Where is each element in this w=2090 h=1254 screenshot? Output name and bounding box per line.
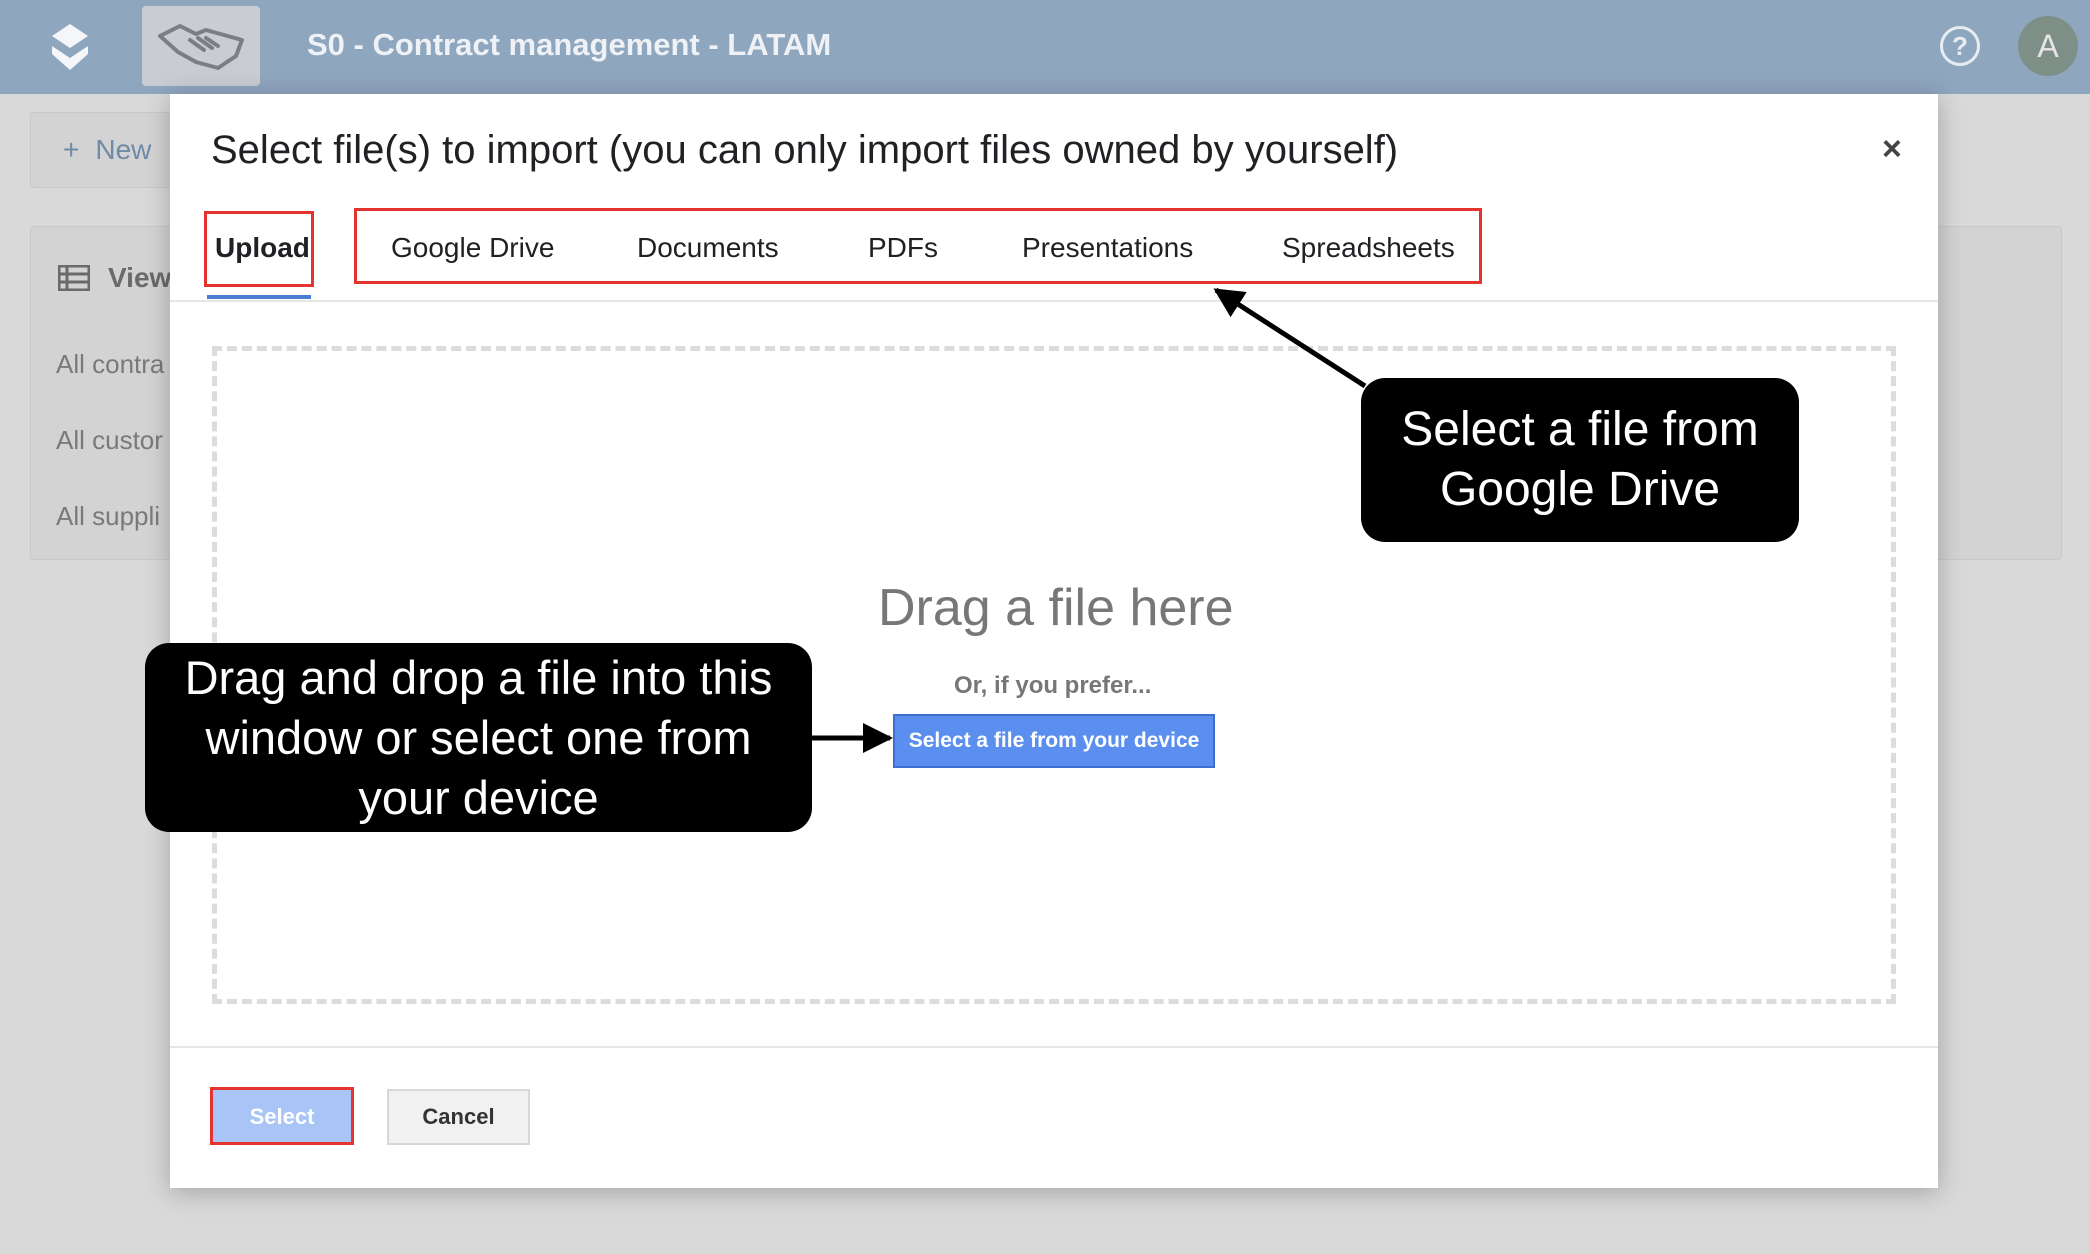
- views-header: View: [58, 262, 171, 294]
- avatar[interactable]: A: [2018, 16, 2078, 76]
- view-item-customers[interactable]: All custor: [56, 425, 163, 456]
- callout-google-drive: Select a file from Google Drive: [1361, 378, 1799, 542]
- dialog-title: Select file(s) to import (you can only i…: [211, 128, 1399, 172]
- tabs-divider: [170, 300, 1938, 302]
- prefer-text: Or, if you prefer...: [954, 672, 1152, 699]
- app-title: S0 - Contract management - LATAM: [307, 27, 832, 62]
- list-icon: [58, 265, 90, 291]
- close-icon[interactable]: ×: [1882, 130, 1902, 169]
- highlight-select-button: [210, 1087, 354, 1145]
- plus-icon: +: [63, 134, 80, 165]
- drag-file-text: Drag a file here: [878, 579, 1234, 637]
- help-icon[interactable]: ?: [1940, 26, 1980, 66]
- app-handshake-icon[interactable]: [142, 6, 260, 86]
- view-item-contracts[interactable]: All contra: [56, 349, 164, 380]
- app-logo-icon[interactable]: [50, 22, 90, 72]
- callout-drag-drop: Drag and drop a file into this window or…: [145, 643, 812, 832]
- new-button-label: New: [95, 134, 152, 165]
- cancel-button[interactable]: Cancel: [387, 1089, 530, 1145]
- highlight-upload-tab: [204, 211, 314, 287]
- select-from-device-button[interactable]: Select a file from your device: [893, 714, 1215, 768]
- new-button[interactable]: + New: [30, 112, 190, 188]
- active-tab-indicator: [207, 295, 311, 299]
- highlight-source-tabs: [354, 208, 1482, 284]
- footer-divider: [170, 1046, 1938, 1048]
- view-item-suppliers[interactable]: All suppli: [56, 501, 160, 532]
- views-header-label: View: [108, 262, 172, 293]
